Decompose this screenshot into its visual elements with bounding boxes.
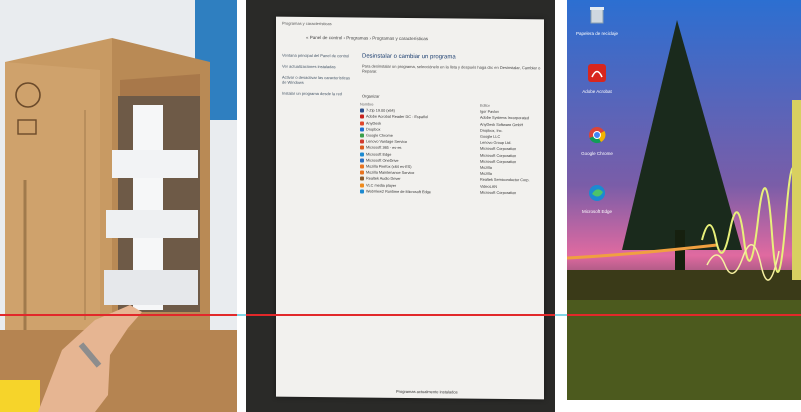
program-icon bbox=[360, 145, 364, 150]
photo-boxed-monitor bbox=[0, 0, 237, 412]
program-publisher: Mozilla bbox=[480, 171, 492, 177]
desktop-icon-edge[interactable]: Microsoft Edge bbox=[575, 184, 619, 214]
program-icon bbox=[360, 170, 364, 175]
program-publisher: AnyDesk Software GmbH bbox=[480, 122, 524, 127]
program-name: Lenovo Vantage Service bbox=[366, 139, 408, 145]
program-publisher: Microsoft Corporation bbox=[480, 147, 517, 152]
box-photo-illustration bbox=[0, 0, 237, 412]
program-name: Microsoft Edge bbox=[366, 152, 392, 157]
page-description: Para desinstalar un programa, seleccióne… bbox=[362, 63, 541, 74]
content-header: Desinstalar o cambiar un programa Para d… bbox=[362, 53, 542, 75]
program-icon bbox=[360, 121, 364, 126]
programs-table: Nombre Editor 7-Zip 19.00 (x64) Igor Pavl… bbox=[360, 101, 540, 196]
red-guide-line-2 bbox=[246, 314, 555, 316]
chrome-icon bbox=[589, 127, 606, 144]
program-publisher: Adobe Systems Incorporated bbox=[480, 116, 529, 121]
recycle-bin-icon bbox=[590, 7, 604, 24]
photo-control-panel-screen: Programas y características « Panel de c… bbox=[246, 0, 555, 412]
desktop-icon-acrobat[interactable]: Adobe Acrobat bbox=[575, 64, 619, 94]
program-publisher: Mozilla bbox=[480, 165, 492, 170]
program-publisher: Microsoft Corporation bbox=[480, 153, 517, 158]
program-name: Mozilla Maintenance Service bbox=[366, 170, 415, 176]
program-publisher: Igor Pavlov bbox=[480, 110, 499, 115]
program-name: Dropbox bbox=[366, 127, 381, 132]
desktop-icon-recycle-bin[interactable]: Papelera de reciclaje bbox=[575, 6, 619, 36]
edge-icon bbox=[589, 185, 605, 201]
programs-window: Programas y características « Panel de c… bbox=[276, 16, 544, 400]
photo-desktop-screen: Papelera de reciclaje Adobe Acrobat Goog… bbox=[567, 0, 801, 412]
red-guide-line-1 bbox=[0, 314, 237, 316]
organize-button[interactable]: Organizar bbox=[362, 93, 380, 98]
program-name: Mozilla Firefox (x64 es-ES) bbox=[366, 164, 412, 169]
cyan-gap-line-2 bbox=[555, 314, 567, 316]
column-header-publisher[interactable]: Editor bbox=[480, 104, 540, 109]
program-name: Microsoft 365 - es-es bbox=[366, 145, 402, 151]
program-icon bbox=[360, 108, 364, 113]
program-name: Realtek Audio Driver bbox=[366, 176, 401, 182]
red-guide-line-3 bbox=[567, 314, 801, 316]
breadcrumb[interactable]: « Panel de control › Programas › Program… bbox=[306, 35, 428, 41]
desktop-icon-label: Microsoft Edge bbox=[581, 209, 612, 214]
program-icon bbox=[360, 152, 364, 157]
window-title: Programas y características bbox=[282, 20, 332, 27]
program-icon bbox=[360, 189, 364, 194]
cyan-gap-line-1 bbox=[237, 314, 246, 316]
program-publisher: Google LLC bbox=[480, 134, 501, 139]
program-name: VLC media player bbox=[366, 183, 397, 188]
desktop-icon-label: Google Chrome bbox=[581, 151, 613, 156]
program-publisher: Microsoft Corporation bbox=[480, 159, 517, 164]
table-body: 7-Zip 19.00 (x64) Igor Pavlov Adobe Acroba… bbox=[360, 108, 540, 197]
table-row[interactable]: WebView2 Runtime de Microsoft Edge Micros… bbox=[360, 188, 540, 196]
program-publisher: Realtek Semiconductor Corp. bbox=[480, 178, 530, 183]
program-name: AnyDesk bbox=[366, 121, 382, 126]
program-icon bbox=[360, 133, 364, 138]
sidebar-item-network[interactable]: Instalar un programa desde la red bbox=[282, 91, 352, 97]
program-icon bbox=[360, 176, 364, 181]
program-name: Adobe Acrobat Reader DC - Español bbox=[366, 115, 429, 120]
program-name: WebView2 Runtime de Microsoft Edge bbox=[366, 189, 431, 194]
sidebar: Ventana principal del Panel de control V… bbox=[282, 53, 352, 103]
acrobat-icon bbox=[588, 64, 606, 82]
program-icon bbox=[360, 127, 364, 132]
program-name: Microsoft OneDrive bbox=[366, 158, 399, 163]
program-icon bbox=[360, 158, 364, 163]
program-name: Google Chrome bbox=[366, 133, 393, 138]
program-icon bbox=[360, 183, 364, 188]
status-bar: Programas actualmente instalados bbox=[396, 388, 458, 395]
program-publisher: Dropbox, Inc. bbox=[480, 128, 503, 133]
sidebar-item-updates[interactable]: Ver actualizaciones instaladas bbox=[282, 64, 352, 70]
program-publisher: Microsoft Corporation bbox=[480, 190, 517, 195]
sidebar-item-features[interactable]: Activar o desactivar las características… bbox=[282, 75, 352, 86]
program-name-cell: WebView2 Runtime de Microsoft Edge bbox=[360, 189, 480, 194]
sidebar-item-home[interactable]: Ventana principal del Panel de control bbox=[282, 53, 352, 59]
desktop-icon-label: Papelera de reciclaje bbox=[575, 31, 619, 36]
program-icon bbox=[360, 139, 364, 144]
program-name: 7-Zip 19.00 (x64) bbox=[366, 108, 395, 114]
program-icon bbox=[360, 114, 364, 119]
program-icon bbox=[360, 164, 364, 169]
desktop-icon-chrome[interactable]: Google Chrome bbox=[575, 126, 619, 156]
page-title: Desinstalar o cambiar un programa bbox=[362, 53, 456, 61]
desktop-icon-label: Adobe Acrobat bbox=[582, 89, 612, 94]
program-publisher: VideoLAN bbox=[480, 184, 498, 189]
program-publisher: Lenovo Group Ltd. bbox=[480, 140, 512, 146]
